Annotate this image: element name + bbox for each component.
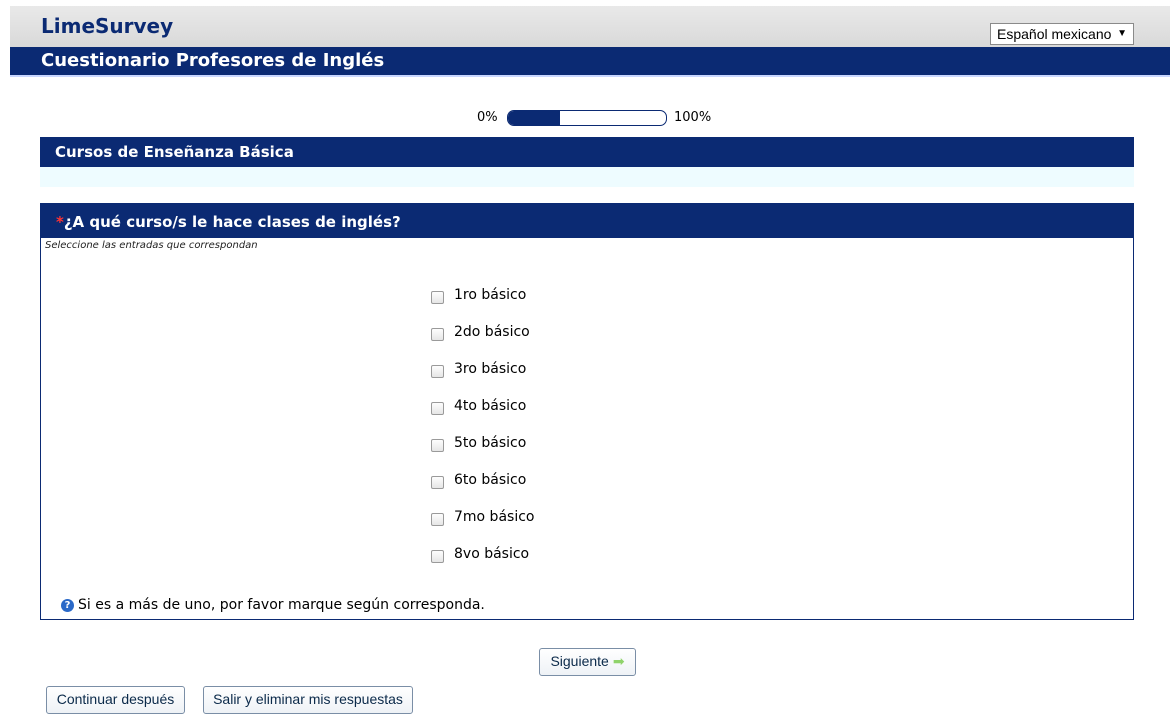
checkbox[interactable] [431,365,444,378]
question-header: *¿A qué curso/s le hace clases de inglés… [41,204,1133,238]
question-text: ¿A qué curso/s le hace clases de inglés? [63,213,401,231]
option-label[interactable]: 7mo básico [454,509,534,525]
quit-label: Salir y eliminar mis respuestas [213,691,403,707]
next-button[interactable]: Siguiente ➡ [539,648,636,676]
option-label[interactable]: 3ro básico [454,361,526,377]
progress-fill [508,111,561,125]
continue-later-button[interactable]: Continuar después [46,686,185,714]
language-select-value: Español mexicano [997,26,1112,42]
required-mark: * [56,213,64,231]
tip-text: Si es a más de uno, por favor marque seg… [78,597,485,613]
chevron-down-icon: ▼ [1117,28,1127,39]
checkbox[interactable] [431,513,444,526]
group-header: Cursos de Enseñanza Básica [40,137,1134,167]
question-info-icon: ? [61,599,74,612]
progress-start-label: 0% [477,110,498,125]
top-bar: LimeSurvey Español mexicano ▼ [10,6,1170,47]
option-label[interactable]: 2do básico [454,324,530,340]
option-label[interactable]: 6to básico [454,472,526,488]
group-title: Cursos de Enseñanza Básica [55,143,294,161]
option-label[interactable]: 8vo básico [454,546,529,562]
checkbox[interactable] [431,328,444,341]
progress-bar [507,110,667,126]
survey-title-bar: Cuestionario Profesores de Inglés [10,47,1170,77]
next-button-label: Siguiente [550,653,609,669]
checkbox[interactable] [431,291,444,304]
question-help: Seleccione las entradas que correspondan [45,240,258,251]
option-label[interactable]: 4to básico [454,398,526,414]
arrow-right-icon: ➡ [612,653,625,669]
option-label[interactable]: 5to básico [454,435,526,451]
question-container: *¿A qué curso/s le hace clases de inglés… [40,203,1134,620]
checkbox[interactable] [431,550,444,563]
option-label[interactable]: 1ro básico [454,287,526,303]
group-description [40,167,1134,187]
continue-later-label: Continuar después [56,691,175,707]
quit-and-clear-button[interactable]: Salir y eliminar mis respuestas [203,686,413,714]
survey-title: Cuestionario Profesores de Inglés [41,50,385,71]
progress-end-label: 100% [674,110,712,125]
checkbox[interactable] [431,476,444,489]
checkbox[interactable] [431,402,444,415]
question-text-wrapper: *¿A qué curso/s le hace clases de inglés… [56,213,401,231]
brand-logo: LimeSurvey [41,14,174,38]
language-select[interactable]: Español mexicano ▼ [990,23,1134,45]
checkbox[interactable] [431,439,444,452]
question-tip: ? Si es a más de uno, por favor marque se… [61,597,485,613]
